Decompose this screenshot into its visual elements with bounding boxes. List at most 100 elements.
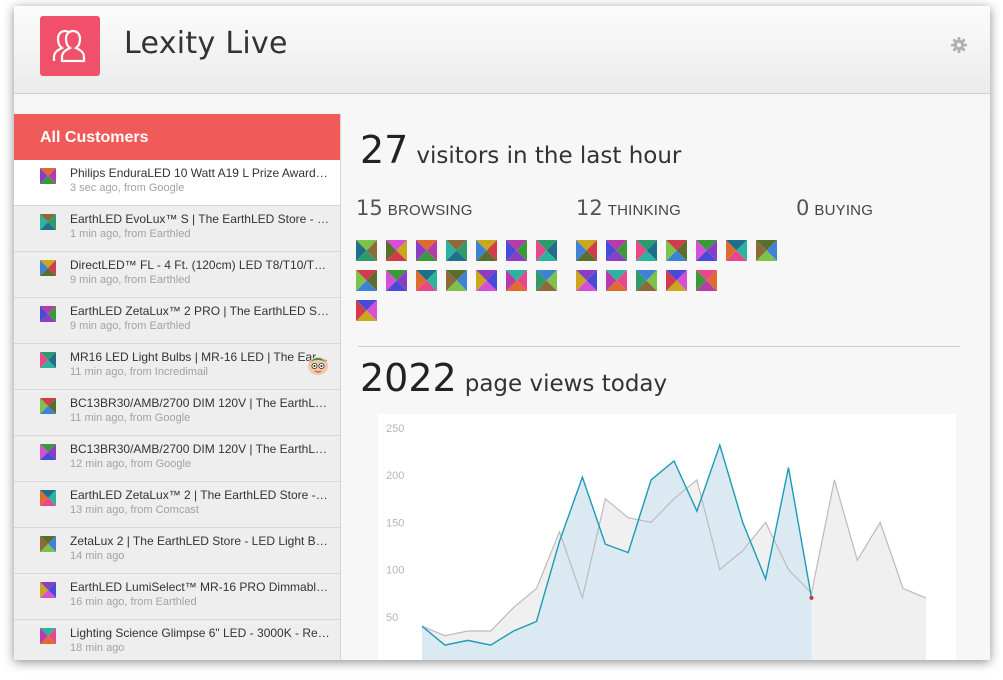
browsing-count: 15 bbox=[356, 196, 383, 220]
pageviews-chart-svg: 50 100 150 200 250 bbox=[378, 414, 956, 660]
visitor-tile[interactable] bbox=[416, 240, 437, 261]
gear-icon[interactable] bbox=[950, 36, 968, 54]
segment-buying: 0 BUYING bbox=[796, 196, 873, 220]
visitor-tile[interactable] bbox=[536, 240, 557, 261]
customer-visit-time: 12 min ago, from Google bbox=[70, 458, 192, 470]
customer-visit-time: 9 min ago, from Earthled bbox=[70, 320, 191, 332]
visitor-tile[interactable] bbox=[356, 270, 377, 291]
customer-item[interactable]: MR16 LED Light Bulbs | MR-16 LED | The E… bbox=[14, 344, 340, 390]
visitor-pattern-icon bbox=[40, 214, 56, 230]
customer-visit-time: 11 min ago, from Incredimail bbox=[70, 366, 208, 378]
visitor-pattern-icon bbox=[40, 444, 56, 460]
customer-list: Philips EnduraLED 10 Watt A19 L Prize Aw… bbox=[14, 160, 340, 660]
visitor-tile[interactable] bbox=[386, 240, 407, 261]
customer-page-title: EarthLED EvoLux™ S | The EarthLED Store … bbox=[70, 212, 330, 226]
customer-sidebar: All Customers Philips EnduraLED 10 Watt … bbox=[14, 114, 341, 660]
visitor-tile[interactable] bbox=[696, 270, 717, 291]
y-tick-label: 50 bbox=[386, 612, 398, 624]
logo[interactable] bbox=[40, 16, 100, 76]
visitor-pattern-icon bbox=[40, 260, 56, 276]
customer-page-title: Philips EnduraLED 10 Watt A19 L Prize Aw… bbox=[70, 166, 330, 180]
customer-item[interactable]: ZetaLux 2 | The EarthLED Store - LED Lig… bbox=[14, 528, 340, 574]
thinking-visitors bbox=[576, 240, 777, 291]
visitor-tile[interactable] bbox=[476, 270, 497, 291]
visitor-tile[interactable] bbox=[386, 270, 407, 291]
customer-visit-time: 9 min ago, from Earthled bbox=[70, 274, 191, 286]
customer-item[interactable]: EarthLED LumiSelect™ MR-16 PRO Dimmable … bbox=[14, 574, 340, 620]
visitor-tile[interactable] bbox=[506, 240, 527, 261]
y-tick-label: 200 bbox=[386, 470, 404, 482]
thinking-count: 12 bbox=[576, 196, 603, 220]
visitors-summary: 27 visitors in the last hour bbox=[360, 128, 681, 172]
all-customers-heading[interactable]: All Customers bbox=[14, 114, 340, 160]
customer-visit-time: 1 min ago, from Earthled bbox=[70, 228, 191, 240]
visitor-pattern-icon bbox=[40, 628, 56, 644]
customer-page-title: MR16 LED Light Bulbs | MR-16 LED | The E… bbox=[70, 350, 330, 364]
app-title: Lexity Live bbox=[124, 26, 288, 61]
visitor-tile[interactable] bbox=[576, 240, 597, 261]
visitor-tile[interactable] bbox=[606, 270, 627, 291]
customer-item[interactable]: EarthLED EvoLux™ S | The EarthLED Store … bbox=[14, 206, 340, 252]
y-tick-label: 250 bbox=[386, 423, 404, 435]
visitor-tile[interactable] bbox=[576, 270, 597, 291]
customer-visit-time: 16 min ago, from Earthled bbox=[70, 596, 197, 608]
dashboard-main: 27 visitors in the last hour 15 BROWSING 1… bbox=[342, 114, 990, 660]
visitor-tile[interactable] bbox=[356, 300, 377, 321]
visitor-tile[interactable] bbox=[416, 270, 437, 291]
pageviews-summary: 2022 page views today bbox=[360, 356, 667, 400]
visitor-tile[interactable] bbox=[696, 240, 717, 261]
current-point bbox=[809, 595, 814, 600]
customer-page-title: EarthLED LumiSelect™ MR-16 PRO Dimmable … bbox=[70, 580, 330, 594]
pageviews-chart: 50 100 150 200 250 bbox=[378, 414, 956, 660]
visitor-pattern-icon bbox=[40, 490, 56, 506]
visitor-tile[interactable] bbox=[726, 240, 747, 261]
pageviews-label: page views today bbox=[464, 371, 668, 397]
customer-visit-time: 13 min ago, from Comcast bbox=[70, 504, 199, 516]
section-divider bbox=[358, 346, 960, 347]
visitor-pattern-icon bbox=[40, 306, 56, 322]
visitor-tile[interactable] bbox=[636, 240, 657, 261]
customer-item[interactable]: EarthLED ZetaLux™ 2 | The EarthLED Store… bbox=[14, 482, 340, 528]
customer-visit-time: 18 min ago bbox=[70, 642, 125, 654]
customer-item[interactable]: BC13BR30/AMB/2700 DIM 120V | The EarthLE… bbox=[14, 436, 340, 482]
visitor-tile[interactable] bbox=[636, 270, 657, 291]
customer-page-title: EarthLED ZetaLux™ 2 | The EarthLED Store… bbox=[70, 488, 330, 502]
visitor-tile[interactable] bbox=[356, 240, 377, 261]
visitor-tile[interactable] bbox=[446, 270, 467, 291]
visitor-pattern-icon bbox=[40, 582, 56, 598]
customer-visit-time: 3 sec ago, from Google bbox=[70, 182, 185, 194]
buying-label: BUYING bbox=[814, 202, 874, 219]
app-header: Lexity Live bbox=[14, 6, 990, 94]
visitor-tile[interactable] bbox=[756, 240, 777, 261]
y-tick-label: 150 bbox=[386, 517, 404, 529]
browsing-visitors bbox=[356, 240, 557, 321]
pageviews-count: 2022 bbox=[360, 356, 457, 400]
y-tick-label: 100 bbox=[386, 565, 404, 577]
visitor-tile[interactable] bbox=[606, 240, 627, 261]
customer-item[interactable]: EarthLED ZetaLux™ 2 PRO | The EarthLED S… bbox=[14, 298, 340, 344]
visitors-count: 27 bbox=[360, 128, 409, 172]
visitor-pattern-icon bbox=[40, 352, 56, 368]
customer-item[interactable]: BC13BR30/AMB/2700 DIM 120V | The EarthLE… bbox=[14, 390, 340, 436]
customer-page-title: EarthLED ZetaLux™ 2 PRO | The EarthLED S… bbox=[70, 304, 330, 318]
visitor-tile[interactable] bbox=[666, 270, 687, 291]
customer-visit-time: 14 min ago bbox=[70, 550, 125, 562]
customer-page-title: DirectLED™ FL - 4 Ft. (120cm) LED T8/T10… bbox=[70, 258, 330, 272]
visitor-tile[interactable] bbox=[666, 240, 687, 261]
customer-item[interactable]: Philips EnduraLED 10 Watt A19 L Prize Aw… bbox=[14, 160, 340, 206]
buying-count: 0 bbox=[796, 196, 810, 220]
thinking-label: THINKING bbox=[607, 202, 682, 219]
referrer-mascot-icon bbox=[308, 357, 328, 375]
visitor-tile[interactable] bbox=[506, 270, 527, 291]
visitors-label: visitors in the last hour bbox=[416, 143, 682, 169]
customer-item[interactable]: DirectLED™ FL - 4 Ft. (120cm) LED T8/T10… bbox=[14, 252, 340, 298]
segment-thinking: 12 THINKING bbox=[576, 196, 681, 220]
customer-visit-time: 11 min ago, from Google bbox=[70, 412, 191, 424]
visitor-pattern-icon bbox=[40, 168, 56, 184]
visitor-tile[interactable] bbox=[536, 270, 557, 291]
customer-page-title: Lighting Science Glimpse 6" LED - 3000K … bbox=[70, 626, 330, 640]
customer-item[interactable]: Lighting Science Glimpse 6" LED - 3000K … bbox=[14, 620, 340, 660]
visitor-tile[interactable] bbox=[476, 240, 497, 261]
visitor-tile[interactable] bbox=[446, 240, 467, 261]
customer-page-title: BC13BR30/AMB/2700 DIM 120V | The EarthLE… bbox=[70, 442, 330, 456]
